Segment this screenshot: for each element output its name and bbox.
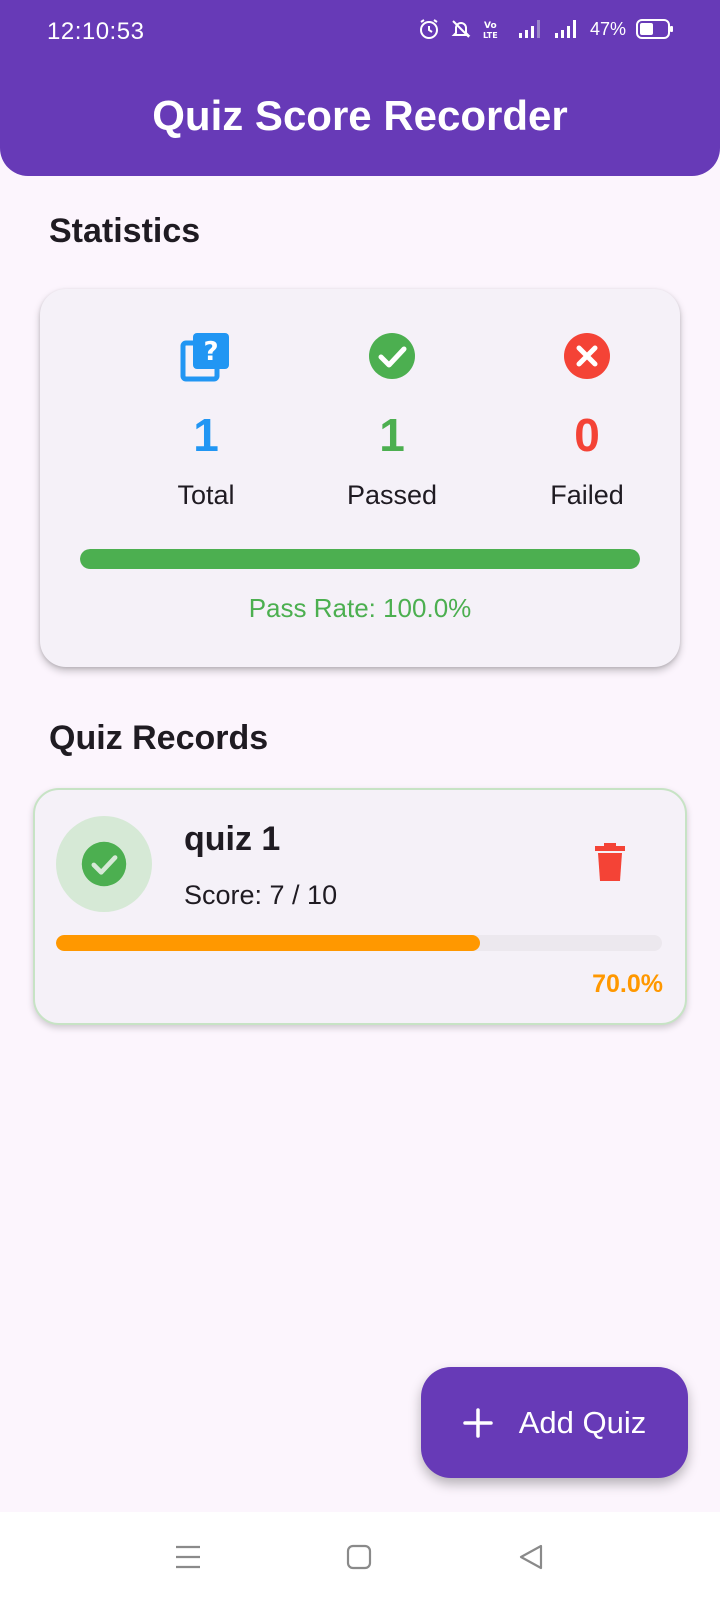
quiz-record-card[interactable]: quiz 1 Score: 7 / 10 70.0% (33, 788, 687, 1025)
home-square-icon (346, 1544, 372, 1570)
battery-icon (636, 19, 673, 39)
statistics-heading: Statistics (49, 212, 201, 250)
status-time: 12:10:53 (47, 18, 145, 45)
stat-failed: 0 Failed (487, 329, 687, 511)
record-name: quiz 1 (184, 820, 281, 858)
add-quiz-label: Add Quiz (518, 1404, 647, 1440)
stat-passed: 1 Passed (292, 329, 492, 511)
nav-home-button[interactable] (334, 1532, 384, 1582)
bell-off-icon (451, 20, 471, 38)
status-bar: 12:10:53 Vo LTE 47% (0, 0, 720, 64)
status-icons: Vo LTE 47% (418, 18, 674, 40)
statistics-card: ? 1 Total 1 Passed 0 Failed Pass Rate: 1… (40, 289, 680, 667)
pass-rate-text: Pass Rate: 100.0% (248, 593, 472, 623)
check-circle-icon (369, 333, 415, 379)
alarm-icon (419, 19, 438, 39)
stat-total: ? 1 Total (106, 329, 306, 511)
volte-icon: Vo LTE (483, 21, 498, 40)
record-status-avatar (56, 816, 152, 912)
signal-icon (554, 20, 576, 38)
svg-text:Vo: Vo (484, 21, 497, 31)
app-root: 12:10:53 Vo LTE 47% Quiz Score Recorder … (0, 0, 720, 1600)
add-quiz-button[interactable]: Add Quiz (421, 1367, 688, 1478)
signal-icon (518, 20, 540, 38)
quiz-icon: ? (180, 333, 229, 382)
check-circle-icon (81, 841, 127, 887)
pass-rate-progress-fill (80, 549, 640, 569)
stat-failed-label: Failed (550, 480, 624, 510)
back-triangle-icon (519, 1544, 543, 1570)
svg-text:?: ? (203, 337, 218, 367)
delete-record-button[interactable] (588, 840, 632, 884)
menu-icon (176, 1545, 200, 1569)
cancel-icon (564, 333, 610, 379)
stat-passed-value: 1 (379, 409, 405, 461)
nav-menu-button[interactable] (163, 1532, 213, 1582)
stat-passed-label: Passed (346, 480, 438, 510)
stat-total-value: 1 (193, 409, 219, 461)
record-progress-fill (56, 935, 481, 951)
record-score: Score: 7 / 10 (184, 880, 338, 910)
quiz-records-heading: Quiz Records (49, 719, 269, 757)
nav-back-button[interactable] (506, 1532, 556, 1582)
app-title: Quiz Score Recorder (152, 92, 568, 139)
record-progress-bar (56, 935, 662, 951)
stat-total-label: Total (177, 480, 235, 510)
record-percent: 70.0% (592, 970, 663, 998)
pass-rate-progress-bar (80, 549, 640, 569)
stat-failed-value: 0 (574, 409, 600, 461)
system-nav-bar (0, 1512, 720, 1600)
trash-icon (595, 843, 625, 881)
svg-text:LTE: LTE (483, 31, 498, 40)
plus-icon (462, 1407, 493, 1438)
battery-percent: 47% (589, 18, 626, 39)
app-bar: 12:10:53 Vo LTE 47% Quiz Score Recorder (0, 0, 720, 176)
